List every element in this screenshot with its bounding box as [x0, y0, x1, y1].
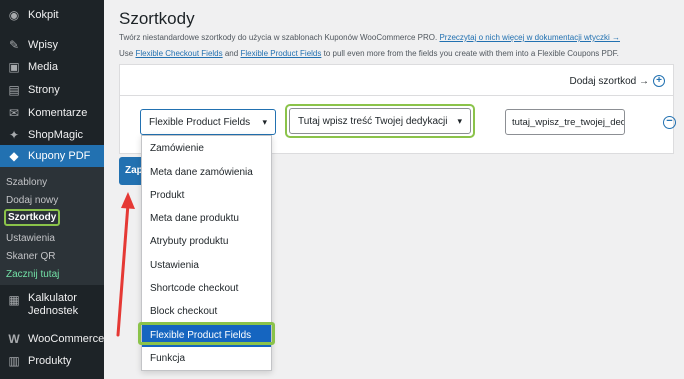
- sidebar-item-shopmagic[interactable]: ✦ ShopMagic: [0, 124, 104, 146]
- sidebar-item-label: Kokpit: [28, 9, 59, 21]
- sidebar-item-label: Media: [28, 61, 58, 73]
- woocommerce-icon: W: [8, 332, 20, 346]
- description-line-1: Twórz niestandardowe szortkody do użycia…: [119, 33, 620, 42]
- sidebar-item-label: WooCommerce: [28, 333, 105, 345]
- sidebar-item-label: Komentarze: [28, 107, 88, 119]
- select-value: Flexible Product Fields: [149, 116, 251, 128]
- sidebar-item-label: Produkty: [28, 355, 72, 367]
- red-arrow-annotation: [116, 192, 135, 337]
- plus-circle-icon: +: [653, 75, 665, 87]
- dropdown-option[interactable]: Funkcja: [142, 347, 271, 370]
- sidebar-item-wpisy[interactable]: ✎ Wpisy: [0, 34, 104, 56]
- sidebar-item-kalkulator[interactable]: ▦ Kalkulator Jednostek: [0, 292, 104, 326]
- chevron-down-icon: ▾: [457, 115, 462, 126]
- page-title: Szortkody: [119, 9, 195, 28]
- description-text: and: [224, 49, 239, 58]
- submenu-item-ustawienia[interactable]: Ustawienia: [6, 233, 55, 244]
- sidebar-item-label: Strony: [28, 84, 60, 96]
- calculator-icon: ▦: [8, 293, 20, 307]
- description-text: Use: [119, 49, 134, 58]
- selected-option-highlight: [138, 322, 275, 345]
- pages-icon: ▤: [8, 83, 20, 97]
- tag-icon: ◆: [9, 149, 19, 163]
- divider: [120, 95, 673, 96]
- magic-wand-icon: ✦: [8, 128, 20, 142]
- dropdown-option[interactable]: Shortcode checkout: [142, 277, 271, 300]
- submenu-kupony-pdf: Szablony Dodaj nowy Szortkody Ustawienia…: [0, 167, 104, 285]
- select-value: Tutaj wpisz treść Twojej dedykacji: [298, 115, 448, 127]
- description-line-2: Use Flexible Checkout Fields and Flexibl…: [119, 49, 619, 58]
- sidebar-item-kupony-pdf[interactable]: ◆ Kupony PDF: [0, 145, 104, 167]
- remove-shortcode-icon[interactable]: −: [663, 116, 676, 129]
- sidebar-item-label: Kupony PDF: [28, 150, 91, 162]
- admin-sidebar: ◉ Kokpit ✎ Wpisy ▣ Media ▤ Strony ✉ Kome…: [0, 0, 104, 379]
- source-type-select[interactable]: Flexible Product Fields ▾: [140, 109, 276, 135]
- description-text: Twórz niestandardowe szortkody do użycia…: [119, 33, 438, 42]
- dropdown-option[interactable]: Block checkout: [142, 300, 271, 323]
- shortcode-name-input[interactable]: tutaj_wpisz_tre_twojej_ded: [505, 109, 625, 135]
- add-shortcode-button[interactable]: Dodaj szortkod → +: [570, 75, 665, 87]
- field-select[interactable]: Tutaj wpisz treść Twojej dedykacji ▾: [289, 108, 471, 134]
- sidebar-item-woocommerce[interactable]: W WooCommerce: [0, 328, 104, 350]
- submenu-item-szortkody[interactable]: Szortkody: [4, 209, 61, 226]
- submenu-item-dodaj-nowy[interactable]: Dodaj nowy: [6, 195, 58, 206]
- sidebar-item-komentarze[interactable]: ✉ Komentarze: [0, 102, 104, 124]
- dropdown-option[interactable]: Ustawienia: [142, 254, 271, 277]
- flexible-checkout-fields-link[interactable]: Flexible Checkout Fields: [135, 49, 222, 58]
- submenu-item-zacznij-tutaj[interactable]: Zacznij tutaj: [6, 269, 59, 280]
- media-icon: ▣: [8, 60, 20, 74]
- description-text: to pull even more from the fields you cr…: [323, 49, 619, 58]
- save-button[interactable]: Zapisz: [119, 157, 141, 185]
- submenu-item-skaner-qr[interactable]: Skaner QR: [6, 251, 55, 262]
- save-label: Zapisz: [125, 165, 141, 176]
- pin-icon: ✎: [8, 38, 20, 52]
- sidebar-item-strony[interactable]: ▤ Strony: [0, 79, 104, 101]
- sidebar-item-media[interactable]: ▣ Media: [0, 56, 104, 78]
- sidebar-item-produkty[interactable]: ▥ Produkty: [0, 350, 104, 372]
- dropdown-option[interactable]: Zamówienie: [142, 137, 271, 160]
- chevron-down-icon: ▾: [262, 116, 267, 127]
- add-shortcode-label: Dodaj szortkod →: [569, 75, 649, 87]
- dropdown-option[interactable]: Meta dane zamówienia: [142, 161, 271, 184]
- flexible-product-fields-link[interactable]: Flexible Product Fields: [240, 49, 321, 58]
- dropdown-option[interactable]: Meta dane produktu: [142, 207, 271, 230]
- comment-icon: ✉: [8, 106, 20, 120]
- sidebar-item-label: ShopMagic: [28, 129, 84, 141]
- documentation-link[interactable]: Przeczytaj o nich więcej w dokumentacji …: [439, 33, 620, 42]
- dropdown-option[interactable]: Atrybuty produktu: [142, 230, 271, 253]
- products-icon: ▥: [8, 354, 20, 368]
- sidebar-item-label: Wpisy: [28, 39, 58, 51]
- dashboard-icon: ◉: [8, 8, 20, 22]
- sidebar-item-kokpit[interactable]: ◉ Kokpit: [0, 4, 104, 26]
- dropdown-option[interactable]: Produkt: [142, 184, 271, 207]
- sidebar-item-label: Kalkulator Jednostek: [28, 292, 79, 317]
- submenu-item-szablony[interactable]: Szablony: [6, 177, 47, 188]
